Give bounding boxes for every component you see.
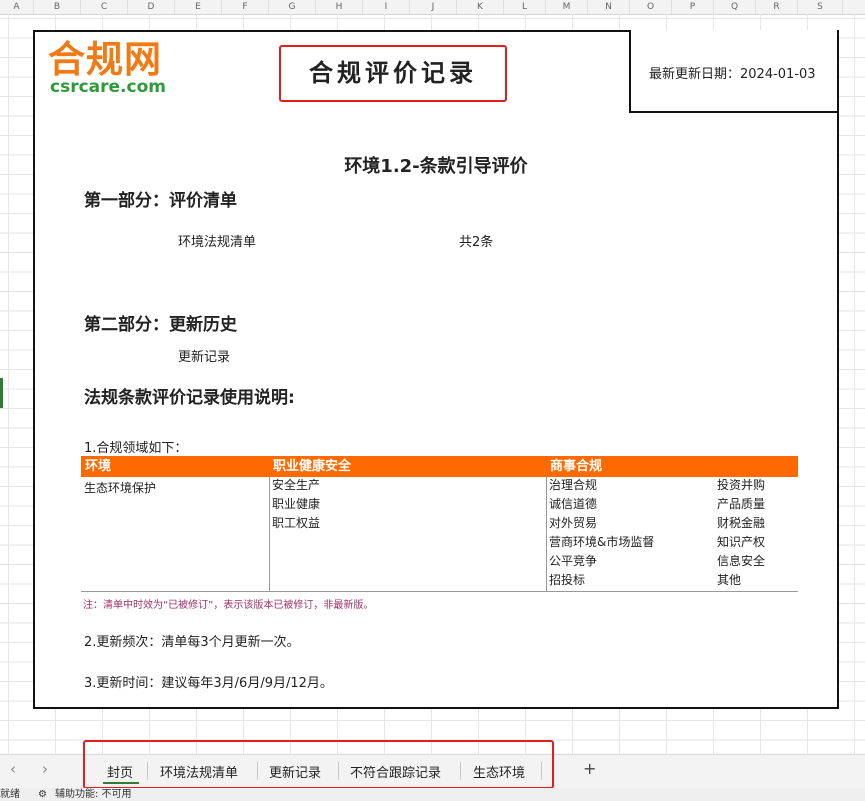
domain-item: 信息安全 xyxy=(717,554,766,568)
part2-link-update-record[interactable]: 更新记录 xyxy=(178,346,230,365)
logo-domain: csrcare.com xyxy=(50,77,166,97)
table-bottom-border xyxy=(81,591,798,592)
page-title: 合规评价记录 xyxy=(309,59,477,87)
column-header-O[interactable]: O xyxy=(630,0,672,14)
update-date-label: 最新更新日期：2024-01-03 xyxy=(649,67,816,82)
usage-point-1: 1.合规领域如下： xyxy=(84,441,188,456)
column-header-H[interactable]: H xyxy=(316,0,363,14)
column-header-L[interactable]: L xyxy=(504,0,546,14)
domain-item: 职业健康 xyxy=(272,497,321,511)
column-header-R[interactable]: R xyxy=(756,0,798,14)
usage-point-2: 2.更新频次：清单每3个月更新一次。 xyxy=(84,635,300,650)
domain-item: 生态环境保护 xyxy=(84,481,157,495)
column-header-I[interactable]: I xyxy=(363,0,410,14)
status-bar: 就绪 ⚙ 辅助功能: 不可用 xyxy=(0,788,865,801)
part1-heading: 第一部分：评价清单 xyxy=(84,191,237,211)
status-ready: 就绪 xyxy=(0,789,20,800)
domain-item: 招投标 xyxy=(549,573,586,587)
column-header-N[interactable]: N xyxy=(588,0,630,14)
column-header-F[interactable]: F xyxy=(222,0,269,14)
accessibility-status[interactable]: 辅助功能: 不可用 xyxy=(55,788,132,801)
tabs-highlight-box xyxy=(83,740,554,789)
part1-link-env-list[interactable]: 环境法规清单 xyxy=(178,231,256,250)
column-header-S[interactable]: S xyxy=(798,0,843,14)
column-header-G[interactable]: G xyxy=(269,0,316,14)
add-sheet-icon[interactable]: + xyxy=(583,759,596,778)
domain-item: 安全生产 xyxy=(272,478,321,492)
column-header-C[interactable]: C xyxy=(81,0,128,14)
column-header-E[interactable]: E xyxy=(175,0,222,14)
chevron-left-icon[interactable]: ‹ xyxy=(10,760,16,778)
part1-count: 共2条 xyxy=(459,235,494,250)
column-header-bar: A B C D E F G H I J K L M N O P Q R S xyxy=(0,0,865,15)
table-divider xyxy=(269,477,270,591)
domain-item: 职工权益 xyxy=(272,516,321,530)
accessibility-icon[interactable]: ⚙ xyxy=(38,788,47,801)
domain-header-biz: 商事合规 xyxy=(550,459,603,474)
column-header-M[interactable]: M xyxy=(546,0,588,14)
domain-item: 财税金融 xyxy=(717,516,766,530)
revision-note: 注：清单中时效为“已被修订”，表示该版本已被修订，非最新版。 xyxy=(83,600,374,611)
logo-chinese: 合规网 xyxy=(48,38,162,81)
column-header-P[interactable]: P xyxy=(672,0,714,14)
chevron-right-icon[interactable]: › xyxy=(42,760,48,778)
domain-item: 投资并购 xyxy=(717,478,766,492)
column-header-A[interactable]: A xyxy=(0,0,34,14)
domain-item: 其他 xyxy=(717,573,742,587)
domain-table-header xyxy=(81,456,798,477)
domain-item: 治理合规 xyxy=(549,478,598,492)
domain-item: 公平竞争 xyxy=(549,554,598,568)
column-header-B[interactable]: B xyxy=(34,0,81,14)
usage-heading: 法规条款评价记录使用说明: xyxy=(84,388,295,408)
report-subtitle: 环境1.2-条款引导评价 xyxy=(344,156,528,177)
usage-point-3: 3.更新时间：建议每年3月/6月/9月/12月。 xyxy=(84,676,333,691)
column-header-Q[interactable]: Q xyxy=(714,0,756,14)
table-divider xyxy=(546,477,547,591)
column-header-D[interactable]: D xyxy=(128,0,175,14)
part2-heading: 第二部分：更新历史 xyxy=(84,315,237,335)
domain-item: 产品质量 xyxy=(717,497,766,511)
column-header-K[interactable]: K xyxy=(457,0,504,14)
domain-item: 营商环境&市场监督 xyxy=(549,535,655,549)
column-header-J[interactable]: J xyxy=(410,0,457,14)
domain-item: 知识产权 xyxy=(717,535,766,549)
domain-item: 对外贸易 xyxy=(549,516,598,530)
domain-header-ohs: 职业健康安全 xyxy=(273,459,352,474)
domain-item: 诚信道德 xyxy=(549,497,598,511)
domain-header-env: 环境 xyxy=(85,459,112,474)
row-selection-indicator xyxy=(0,378,3,408)
